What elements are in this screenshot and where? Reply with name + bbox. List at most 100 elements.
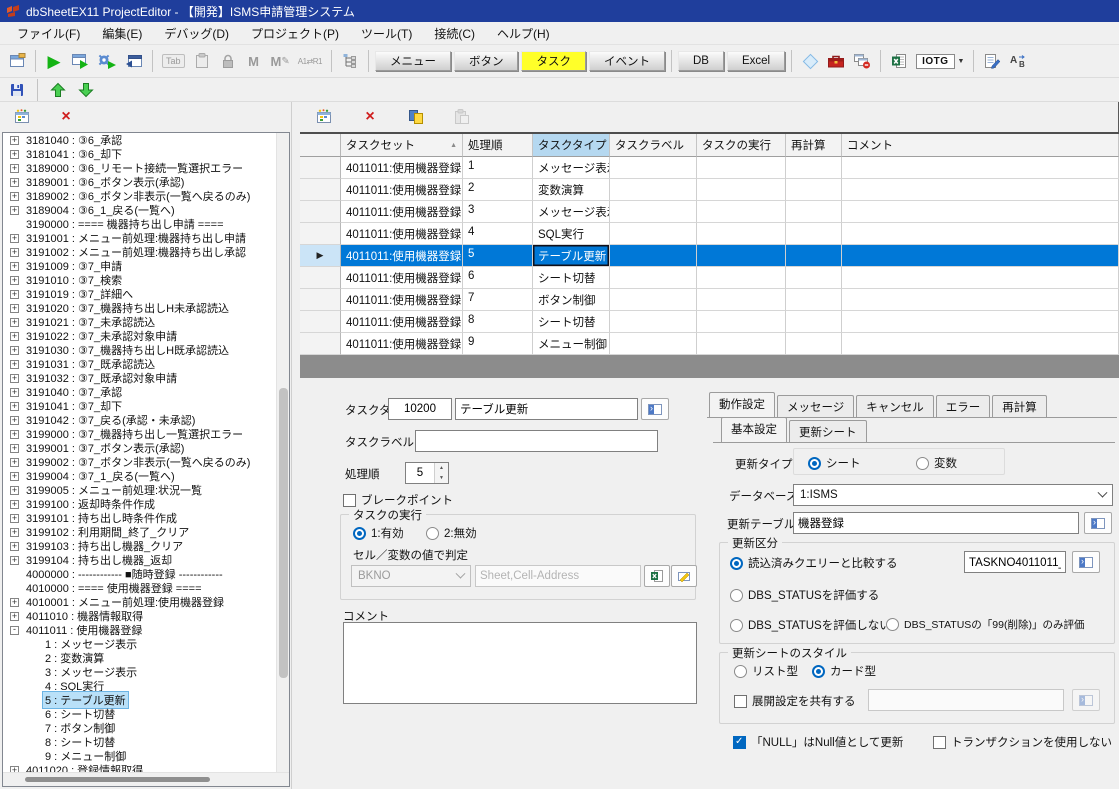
cell-recalc[interactable] xyxy=(786,157,842,179)
row-selector[interactable] xyxy=(300,179,341,201)
cell-label[interactable] xyxy=(610,267,697,289)
view-tab[interactable]: ボタン xyxy=(454,51,519,71)
tree-item[interactable]: 3189000 : ③6_リモート接続一覧選択エラー xyxy=(3,161,276,175)
cell-exec[interactable] xyxy=(697,223,786,245)
expand-icon[interactable] xyxy=(10,402,19,411)
expand-icon[interactable] xyxy=(10,374,19,383)
row-selector[interactable] xyxy=(300,201,341,223)
cell-order[interactable]: 1 xyxy=(463,157,533,179)
cell-taskset[interactable]: 4011011:使用機器登録 xyxy=(341,245,463,267)
view-tab[interactable]: イベント xyxy=(589,51,665,71)
share-expand-option[interactable]: 展開設定を共有する xyxy=(734,693,856,709)
expand-icon[interactable] xyxy=(10,612,19,621)
run-button[interactable]: ▶ xyxy=(42,49,66,73)
cell-exec[interactable] xyxy=(697,179,786,201)
row-selector[interactable] xyxy=(300,267,341,289)
row-selector[interactable] xyxy=(300,223,341,245)
tree-item[interactable]: 3191009 : ③7_申請 xyxy=(3,259,276,273)
cell-type[interactable]: メニュー制御 xyxy=(533,333,610,355)
expand-icon[interactable] xyxy=(10,304,19,313)
expand-icon[interactable] xyxy=(10,486,19,495)
cell-taskset[interactable]: 4011011:使用機器登録 xyxy=(341,201,463,223)
expand-icon[interactable] xyxy=(10,598,19,607)
exec-disabled-radio[interactable] xyxy=(426,527,439,540)
task-type-name-field[interactable] xyxy=(455,398,638,420)
tree-item[interactable]: 9 : メニュー制御 xyxy=(3,749,276,763)
tree-item[interactable]: 8 : シート切替 xyxy=(3,735,276,749)
column-header-comment[interactable]: コメント xyxy=(842,134,1119,157)
cell-reference-button[interactable] xyxy=(671,565,697,587)
kubun-noeval-option[interactable]: DBS_STATUSを評価しない xyxy=(730,617,891,633)
column-header-taskset[interactable]: タスクセット▲ xyxy=(341,134,463,157)
expand-icon[interactable] xyxy=(10,472,19,481)
null-update-checkbox[interactable] xyxy=(733,736,746,749)
cell-type[interactable]: ボタン制御 xyxy=(533,289,610,311)
tree-item[interactable]: 4010000 : ==== 使用機器登録 ==== xyxy=(3,581,276,595)
cell-exec[interactable] xyxy=(697,245,786,267)
tree-item[interactable]: 4011020 : 登録情報取得 xyxy=(3,763,276,772)
cell-comment[interactable] xyxy=(842,179,1119,201)
column-header-label[interactable]: タスクラベル xyxy=(610,134,697,157)
cell-exec[interactable] xyxy=(697,157,786,179)
view-tab[interactable]: タスク xyxy=(521,51,586,71)
menu-item[interactable]: ファイル(F) xyxy=(6,22,91,45)
row-selector[interactable] xyxy=(300,157,341,179)
view-tab[interactable]: メニュー xyxy=(375,51,451,71)
share-expand-picker-button[interactable] xyxy=(1072,689,1100,711)
table-row[interactable]: 4011011:使用機器登録 7 ボタン制御 xyxy=(300,289,1119,311)
cell-comment[interactable] xyxy=(842,223,1119,245)
tree-item[interactable]: 3199100 : 返却時条件作成 xyxy=(3,497,276,511)
cell-type[interactable]: テーブル更新 xyxy=(533,245,610,267)
tree-item[interactable]: 2 : 変数演算 xyxy=(3,651,276,665)
menu-item[interactable]: 接続(C) xyxy=(423,22,486,45)
table-row[interactable]: 4011011:使用機器登録 9 メニュー制御 xyxy=(300,333,1119,355)
column-header-exec[interactable]: タスクの実行 xyxy=(697,134,786,157)
tab-order-button[interactable]: Tab xyxy=(159,49,188,73)
cell-recalc[interactable] xyxy=(786,311,842,333)
settings-tab[interactable]: メッセージ xyxy=(777,395,854,418)
tree-item[interactable]: 7 : ボタン制御 xyxy=(3,721,276,735)
menu-item[interactable]: 編集(E) xyxy=(91,22,153,45)
settings-tab[interactable]: キャンセル xyxy=(856,395,934,418)
tree-item[interactable]: 1 : メッセージ表示 xyxy=(3,637,276,651)
tree-horizontal-scrollbar[interactable] xyxy=(3,772,289,786)
delete-task-button[interactable]: × xyxy=(358,105,382,129)
cell-recalc[interactable] xyxy=(786,223,842,245)
cell-taskset[interactable]: 4011011:使用機器登録 xyxy=(341,333,463,355)
cell-taskset[interactable]: 4011011:使用機器登録 xyxy=(341,311,463,333)
expand-icon[interactable] xyxy=(10,164,19,173)
diamond-button[interactable] xyxy=(798,49,822,73)
kubun-eval-option[interactable]: DBS_STATUSを評価する xyxy=(730,587,879,603)
tree-item[interactable]: 3191032 : ③7_既承認対象申請 xyxy=(3,371,276,385)
row-selector[interactable] xyxy=(300,311,341,333)
row-selector[interactable] xyxy=(300,245,341,267)
cell-recalc[interactable] xyxy=(786,289,842,311)
tree-item[interactable]: 3189004 : ③6_1_戻る(一覧へ) xyxy=(3,203,276,217)
expand-icon[interactable] xyxy=(10,346,19,355)
table-row[interactable]: 4011011:使用機器登録 8 シート切替 xyxy=(300,311,1119,333)
expand-icon[interactable] xyxy=(10,514,19,523)
breakpoint-option[interactable]: ブレークポイント xyxy=(343,492,453,508)
cell-order[interactable]: 5 xyxy=(463,245,533,267)
source-tab[interactable]: Excel xyxy=(727,51,785,71)
expand-icon[interactable] xyxy=(10,458,19,467)
cell-comment[interactable] xyxy=(842,267,1119,289)
cell-label[interactable] xyxy=(610,157,697,179)
tree-item[interactable]: 4011011 : 使用機器登録 xyxy=(3,623,276,637)
tree-item[interactable]: 3181040 : ③6_承認 xyxy=(3,133,276,147)
table-row[interactable]: 4011011:使用機器登録 4 SQL実行 xyxy=(300,223,1119,245)
cell-order[interactable]: 8 xyxy=(463,311,533,333)
tree-item[interactable]: 3190000 : ==== 機器持ち出し申請 ==== xyxy=(3,217,276,231)
cell-taskset[interactable]: 4011011:使用機器登録 xyxy=(341,223,463,245)
update-type-var-option[interactable]: 変数 xyxy=(916,455,957,471)
table-row[interactable]: 4011011:使用機器登録 6 シート切替 xyxy=(300,267,1119,289)
cell-order[interactable]: 7 xyxy=(463,289,533,311)
comment-field[interactable] xyxy=(343,622,697,704)
cell-label[interactable] xyxy=(610,311,697,333)
tree-item[interactable]: 3191042 : ③7_戻る(承認・未承認) xyxy=(3,413,276,427)
run-form-button[interactable] xyxy=(68,49,92,73)
exec-enabled-option[interactable]: 1:有効 xyxy=(353,525,404,541)
lock-button[interactable] xyxy=(216,49,240,73)
expand-icon[interactable] xyxy=(10,542,19,551)
cell-comment[interactable] xyxy=(842,311,1119,333)
